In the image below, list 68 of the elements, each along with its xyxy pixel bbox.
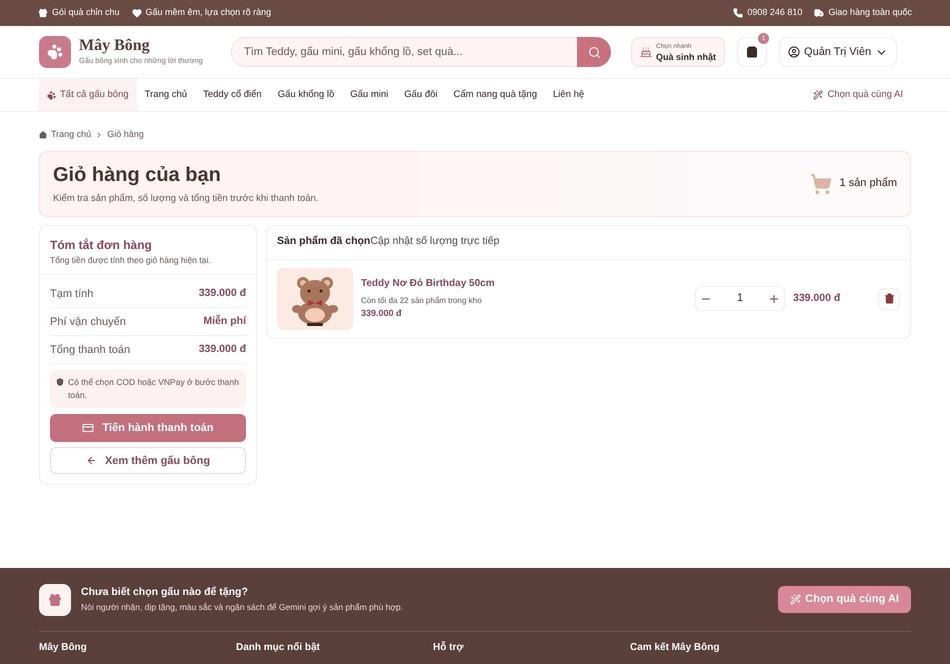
payment-note: Có thể chọn COD hoặc VNPay ở bước thanh toán. <box>68 376 240 402</box>
nav-tab[interactable]: Liên hệ <box>544 79 592 111</box>
search-field[interactable]: Tìm Teddy, gấu mini, gấu khổng lồ, set quà... <box>231 37 577 67</box>
plus-icon <box>768 292 780 304</box>
paw-icon <box>47 90 56 100</box>
summary-value: 339.000 đ <box>198 286 246 301</box>
nav-tab[interactable]: Tất cả gấu bông <box>39 79 137 111</box>
search-button[interactable] <box>577 37 611 67</box>
search-icon <box>588 46 600 58</box>
summary-title: Tóm tắt đơn hàng <box>50 236 153 254</box>
heart-icon <box>132 8 142 18</box>
summary-value: 339.000 đ <box>198 342 246 357</box>
page-title: Giỏ hàng của bạn <box>53 163 222 188</box>
continue-shopping-button[interactable]: Xem thêm gấu bông <box>50 447 246 474</box>
gift-icon <box>48 592 62 606</box>
top-bar-text: Gói quà chỉn chu <box>52 6 120 20</box>
shield-icon <box>56 378 64 386</box>
summary-subtitle: Tổng tiền được tính theo giỏ hàng hiện tại. <box>50 254 212 266</box>
nav-tab[interactable]: Gấu mini <box>342 79 396 111</box>
paw-icon <box>47 44 63 60</box>
footer-heading: Hỗ trợ <box>433 640 464 655</box>
nav-tab[interactable]: Cẩm nang quà tặng <box>446 79 545 111</box>
delete-button[interactable] <box>878 288 900 310</box>
gift-icon <box>38 8 48 18</box>
trash-icon <box>884 293 894 304</box>
arrow-left-icon <box>86 455 97 466</box>
items-title: Sản phẩm đã chọn <box>277 234 370 250</box>
magic-wand-icon <box>813 90 824 100</box>
magic-wand-icon <box>790 594 802 605</box>
logo-badge[interactable] <box>39 36 71 68</box>
items-subtitle: Cập nhật số lượng trực tiếp <box>370 234 500 250</box>
stock-text: Còn tối đa 22 sản phẩm trong kho <box>361 295 483 308</box>
top-bar-text: Giao hàng toàn quốc <box>828 6 912 20</box>
user-icon <box>788 46 800 58</box>
page-subtitle: Kiểm tra sản phẩm, số lượng và tổng tiền trước khi thanh toán. <box>53 192 318 206</box>
line-total: 339.000 đ <box>793 290 842 306</box>
brand-name: Mây Bông <box>79 37 151 56</box>
summary-label: Tổng thanh toán <box>50 342 130 358</box>
quantity-input[interactable]: 1 <box>725 290 755 307</box>
item-count: 1 sản phẩm <box>840 176 897 192</box>
nav-tab[interactable]: Teddy cổ điển <box>195 79 270 111</box>
summary-value: Miễn phí <box>203 314 246 329</box>
home-icon <box>39 130 47 139</box>
product-price: 339.000 đ <box>361 307 403 320</box>
breadcrumb-link[interactable]: Giỏ hàng <box>107 128 144 142</box>
cart-icon <box>810 172 832 194</box>
breadcrumb-link[interactable]: Trang chủ <box>51 128 92 142</box>
footer-heading: Mây Bông <box>39 641 88 655</box>
nav-tab[interactable]: Gấu đôi <box>396 79 446 111</box>
footer-heading: Danh mục nổi bật <box>236 640 321 655</box>
checkout-button[interactable]: Tiến hành thanh toán <box>50 414 246 442</box>
top-bar-text: 0908 246 810 <box>747 6 802 20</box>
footer-heading: Cam kết Mây Bông <box>630 641 720 655</box>
account-button[interactable]: Quản Trị Viên <box>779 37 898 67</box>
bag-icon <box>746 46 758 58</box>
nav-tab[interactable]: Gấu khổng lồ <box>270 79 342 111</box>
card-icon <box>82 422 94 434</box>
truck-icon <box>814 8 824 18</box>
ai-link[interactable]: Chọn quà cùng AI <box>813 88 903 102</box>
increase-button[interactable] <box>768 292 780 304</box>
summary-label: Tạm tính <box>50 286 94 302</box>
top-bar-text: Gấu mềm êm, lựa chọn rõ ràng <box>146 6 272 20</box>
summary-label: Phí vận chuyển <box>50 314 126 330</box>
phone-icon <box>733 8 744 18</box>
promo-text: Nói người nhận, dịp tặng, màu sắc và ngân sách để Gemini gợi ý sản phẩm phù hợp. <box>81 601 403 614</box>
promo-title: Chưa biết chọn gấu nào để tặng? <box>81 585 249 600</box>
product-name: Teddy Nơ Đỏ Birthday 50cm <box>361 277 496 292</box>
nav-tab[interactable]: Trang chủ <box>136 79 196 111</box>
